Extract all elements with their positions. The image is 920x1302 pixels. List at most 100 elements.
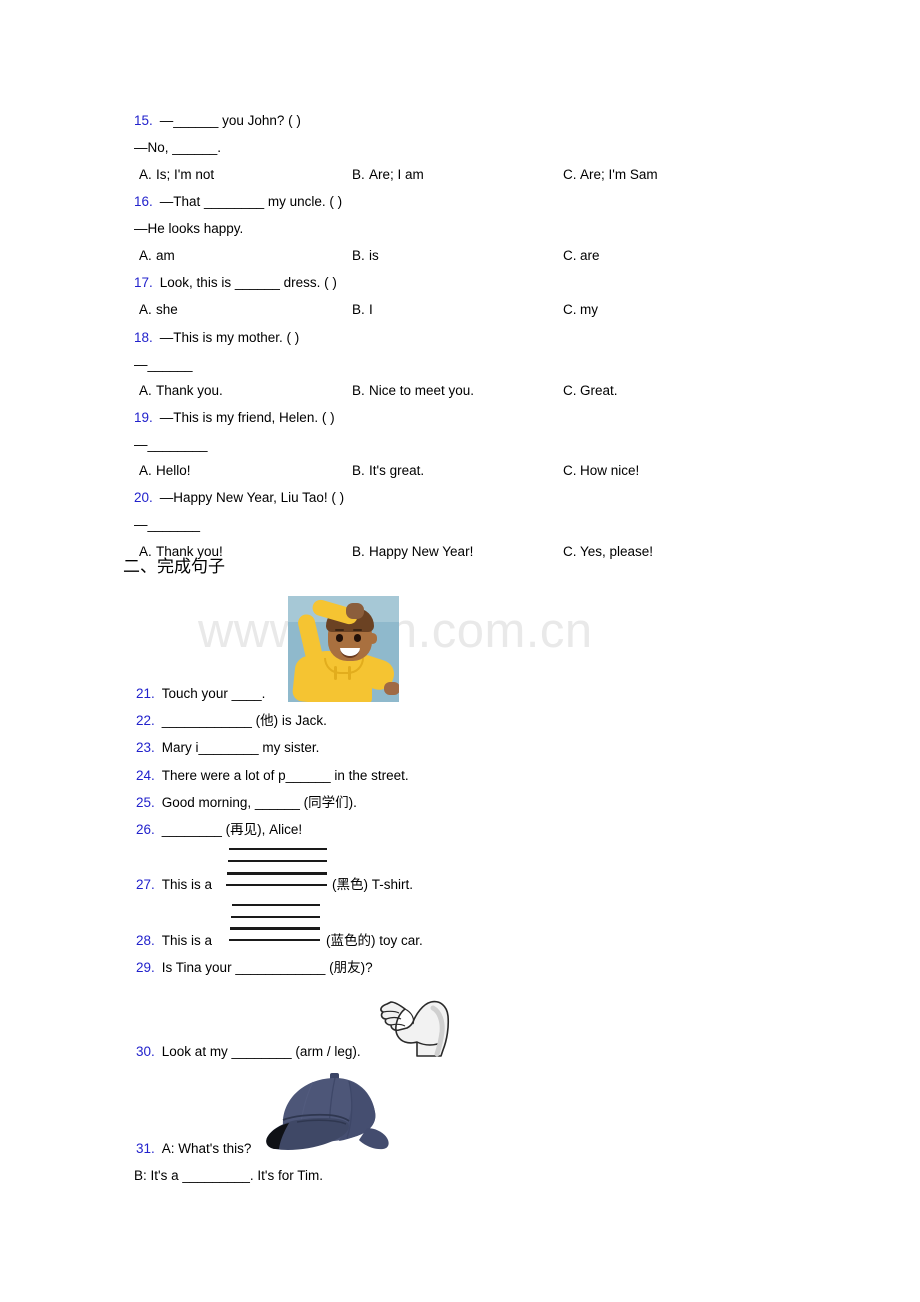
navy-baseball-cap-icon <box>266 1073 389 1150</box>
question-17-option-b[interactable]: B. I <box>352 303 373 317</box>
question-17-line-1: 17. Look, this is ______ dress. ( ) <box>134 276 337 290</box>
question-16-option-c[interactable]: C. are <box>563 249 600 263</box>
question-15-option-a[interactable]: A. Is; I'm not <box>139 168 214 182</box>
question-22-number: 22. <box>136 713 155 728</box>
question-24-number: 24. <box>136 768 155 783</box>
question-24-text: There were a lot of p______ in the stree… <box>161 768 409 783</box>
question-23-text: Mary i________ my sister. <box>161 740 320 755</box>
question-28-text-before: This is a <box>161 933 213 948</box>
answer-rule <box>228 860 327 862</box>
question-15-text-1: —______ you John? ( ) <box>159 113 301 128</box>
answer-rule <box>229 848 327 850</box>
question-31-text: A: What's this? <box>161 1141 252 1156</box>
option-letter: C. <box>563 248 577 263</box>
option-letter: A. <box>139 167 152 182</box>
question-30: 30. Look at my ________ (arm / leg). <box>136 1045 361 1059</box>
question-20-line-2: —_______ <box>134 517 201 532</box>
question-19-line-2: —________ <box>134 437 208 452</box>
question-18-option-a[interactable]: A. Thank you. <box>139 384 223 398</box>
option-text: It's great. <box>369 463 425 478</box>
option-letter: B. <box>352 248 365 263</box>
option-text: How nice! <box>580 463 640 478</box>
question-16-option-b[interactable]: B. is <box>352 249 379 263</box>
option-text: Are; I'm Sam <box>580 167 658 182</box>
option-letter: C. <box>563 463 577 478</box>
option-letter: C. <box>563 302 577 317</box>
option-letter: C. <box>563 544 577 559</box>
question-20-option-c[interactable]: C. Yes, please! <box>563 545 653 559</box>
option-text: Are; I am <box>369 167 424 182</box>
question-20-option-b[interactable]: B. Happy New Year! <box>352 545 473 559</box>
question-16-number: 16. <box>134 194 153 209</box>
question-21-number: 21. <box>136 686 155 701</box>
option-text: am <box>156 248 175 263</box>
boy-touching-head-icon <box>288 596 399 702</box>
question-30-number: 30. <box>136 1044 155 1059</box>
option-text: is <box>369 248 379 263</box>
answer-rule <box>231 916 320 918</box>
question-19-option-a[interactable]: A. Hello! <box>139 464 191 478</box>
question-24: 24. There were a lot of p______ in the st… <box>136 769 409 783</box>
option-letter: A. <box>139 302 152 317</box>
question-19-option-c[interactable]: C. How nice! <box>563 464 639 478</box>
option-letter: B. <box>352 544 365 559</box>
question-21-text: Touch your ____. <box>161 686 266 701</box>
question-18-line-2: —______ <box>134 357 193 372</box>
question-19-text-1: —This is my friend, Helen. ( ) <box>159 410 335 425</box>
question-15-line-1: 15. —______ you John? ( ) <box>134 114 301 128</box>
question-19-option-b[interactable]: B. It's great. <box>352 464 424 478</box>
question-17-number: 17. <box>134 275 153 290</box>
question-31-number: 31. <box>136 1141 155 1156</box>
question-21: 21. Touch your ____. <box>136 687 265 701</box>
question-18-line-1: 18. —This is my mother. ( ) <box>134 331 299 345</box>
question-16-line-1: 16. —That ________ my uncle. ( ) <box>134 195 342 209</box>
question-31-line-1: 31. A: What's this? <box>136 1142 251 1156</box>
question-18-option-c[interactable]: C. Great. <box>563 384 618 398</box>
question-16-line-2: —He looks happy. <box>134 221 244 236</box>
option-letter: C. <box>563 383 577 398</box>
question-20-text-1: —Happy New Year, Liu Tao! ( ) <box>159 490 345 505</box>
question-29: 29. Is Tina your ____________ (朋友)? <box>136 961 373 975</box>
option-text: I <box>369 302 373 317</box>
option-text: Yes, please! <box>580 544 654 559</box>
question-29-number: 29. <box>136 960 155 975</box>
question-19-line-1: 19. —This is my friend, Helen. ( ) <box>134 411 335 425</box>
question-17-option-a[interactable]: A. she <box>139 303 178 317</box>
question-18-number: 18. <box>134 330 153 345</box>
question-18-option-b[interactable]: B. Nice to meet you. <box>352 384 474 398</box>
question-17-option-c[interactable]: C. my <box>563 303 598 317</box>
option-letter: B. <box>352 302 365 317</box>
question-23: 23. Mary i________ my sister. <box>136 741 319 755</box>
question-16-option-a[interactable]: A. am <box>139 249 175 263</box>
question-17-text-1: Look, this is ______ dress. ( ) <box>159 275 337 290</box>
question-26-text: ________ (再见), Alice! <box>161 822 303 837</box>
option-text: my <box>580 302 598 317</box>
question-28-prefix: 28. This is a <box>136 934 212 948</box>
question-16-text-1: —That ________ my uncle. ( ) <box>159 194 343 209</box>
question-15-number: 15. <box>134 113 153 128</box>
question-25-number: 25. <box>136 795 155 810</box>
question-20-line-1: 20. —Happy New Year, Liu Tao! ( ) <box>134 491 344 505</box>
option-letter: A. <box>139 248 152 263</box>
question-30-text: Look at my ________ (arm / leg). <box>161 1044 361 1059</box>
answer-rule <box>229 939 320 941</box>
question-22-text: ____________ (他) is Jack. <box>161 713 327 728</box>
question-15-option-c[interactable]: C. Are; I'm Sam <box>563 168 658 182</box>
option-text: Is; I'm not <box>156 167 215 182</box>
question-15-option-b[interactable]: B. Are; I am <box>352 168 424 182</box>
option-text: Happy New Year! <box>369 544 474 559</box>
option-letter: A. <box>139 383 152 398</box>
option-text: Thank you. <box>156 383 223 398</box>
option-letter: B. <box>352 463 365 478</box>
question-27-text-before: This is a <box>161 877 213 892</box>
option-text: she <box>156 302 178 317</box>
option-letter: C. <box>563 167 577 182</box>
question-23-number: 23. <box>136 740 155 755</box>
question-25: 25. Good morning, ______ (同学们). <box>136 796 357 810</box>
option-letter: B. <box>352 383 365 398</box>
option-text: Nice to meet you. <box>369 383 475 398</box>
worksheet-page: www.zixin.com.cn 15.—______ you John? ( … <box>0 0 920 1302</box>
question-26-number: 26. <box>136 822 155 837</box>
question-19-number: 19. <box>134 410 153 425</box>
answer-rule <box>227 872 327 875</box>
